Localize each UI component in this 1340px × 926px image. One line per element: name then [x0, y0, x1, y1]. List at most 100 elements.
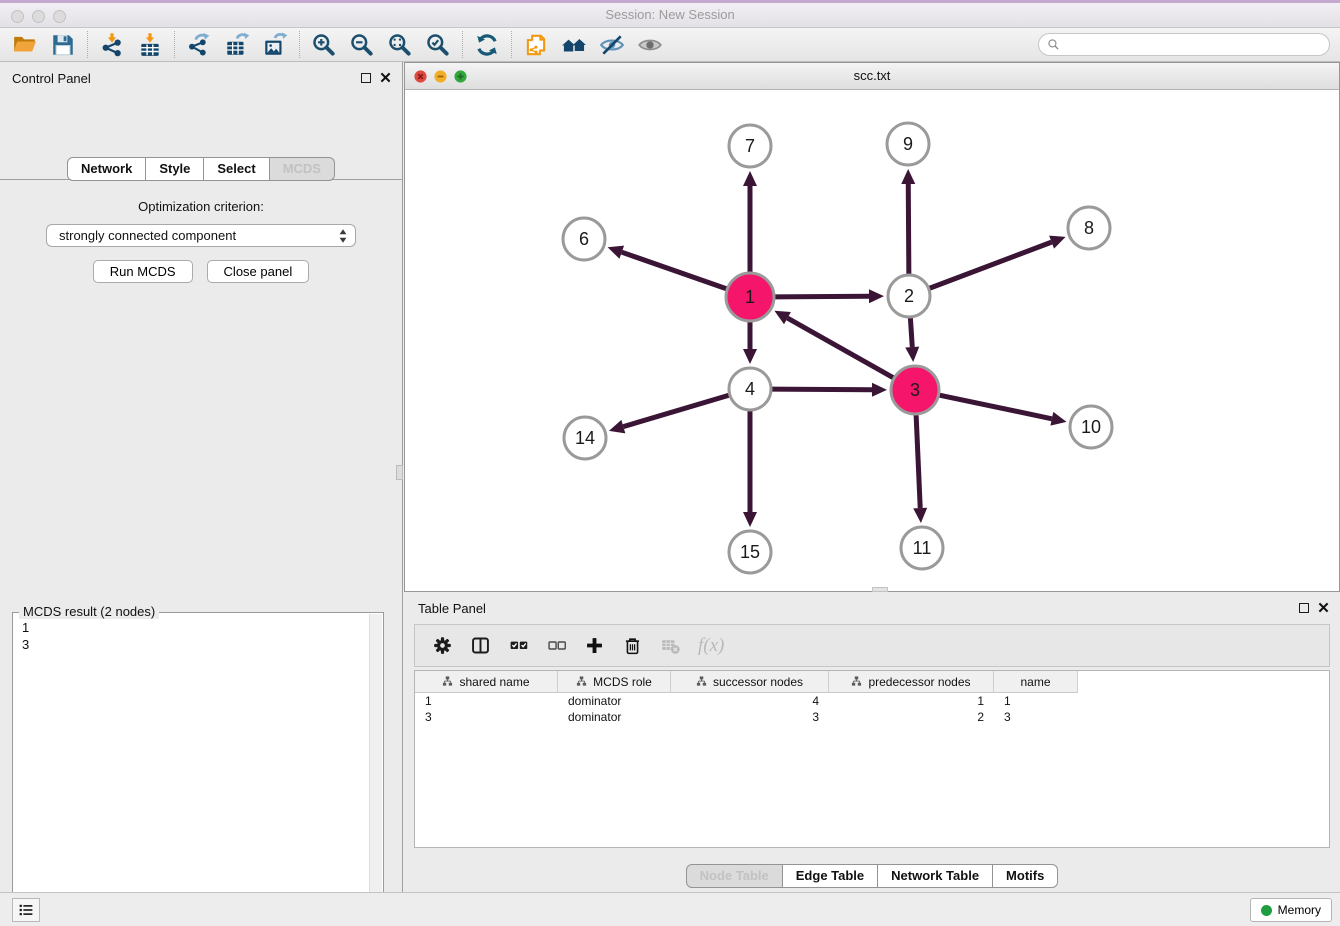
float-panel-icon[interactable] — [361, 73, 371, 83]
show-panels-button[interactable] — [631, 29, 669, 60]
task-history-button[interactable] — [12, 898, 40, 922]
close-icon — [1318, 602, 1329, 613]
checked-boxes-icon — [508, 635, 529, 656]
toolbar-separator — [87, 31, 88, 58]
graph-node-2[interactable]: 2 — [888, 275, 930, 317]
export-table-button[interactable] — [218, 29, 256, 60]
tab-select[interactable]: Select — [204, 157, 269, 181]
column-header-label: shared name — [459, 675, 529, 689]
zoom-window-button[interactable] — [53, 10, 66, 23]
tab-network[interactable]: Network — [67, 157, 146, 181]
zoom-selected-button[interactable] — [419, 29, 457, 60]
graph-node-9[interactable]: 9 — [887, 123, 929, 165]
table-tab-node-table[interactable]: Node Table — [686, 864, 783, 888]
select-all-columns-button[interactable] — [508, 635, 529, 656]
search-input[interactable] — [1065, 38, 1321, 52]
graph-edge-2-8[interactable] — [930, 242, 1052, 288]
save-session-button[interactable] — [44, 29, 82, 60]
table-body: 1dominator4113dominator323 — [415, 693, 1329, 725]
graph-node-7[interactable]: 7 — [729, 125, 771, 167]
show-columns-button[interactable] — [470, 635, 491, 656]
vertical-splitter-handle[interactable] — [396, 465, 403, 480]
mcds-result-list[interactable]: 13 — [13, 613, 383, 659]
minimize-window-button[interactable] — [32, 10, 45, 23]
gear-icon — [432, 635, 453, 656]
control-panel-title: Control Panel — [12, 71, 91, 86]
tab-style[interactable]: Style — [146, 157, 204, 181]
graph-edge-4-3[interactable] — [772, 389, 872, 390]
zoom-in-button[interactable] — [305, 29, 343, 60]
column-header-mcds-role[interactable]: MCDS role — [558, 671, 671, 693]
close-table-panel-icon[interactable] — [1318, 602, 1329, 613]
table-panel: Table Panel f(x) shared nameMCDS rolesuc… — [404, 592, 1340, 892]
table-tab-motifs[interactable]: Motifs — [993, 864, 1058, 888]
import-table-button[interactable] — [131, 29, 169, 60]
run-mcds-button[interactable]: Run MCDS — [93, 260, 193, 283]
export-image-icon — [262, 32, 288, 58]
graph-node-8[interactable]: 8 — [1068, 207, 1110, 249]
zoom-out-button[interactable] — [343, 29, 381, 60]
dropdown-arrows-icon — [338, 228, 348, 244]
criterion-dropdown[interactable]: strongly connected component — [46, 224, 356, 247]
zoom-fit-button[interactable] — [381, 29, 419, 60]
network-graph[interactable]: 7 9 6 8 1 2 4 3 14 10 15 11 — [405, 90, 1338, 591]
network-window-title: scc.txt — [405, 63, 1339, 89]
graph-node-6[interactable]: 6 — [563, 218, 605, 260]
result-scrollbar[interactable] — [369, 614, 382, 926]
close-panel-icon[interactable] — [380, 72, 391, 83]
open-session-button[interactable] — [6, 29, 44, 60]
mcds-panel: Optimization criterion: strongly connect… — [0, 179, 402, 892]
float-table-panel-icon[interactable] — [1299, 603, 1309, 613]
graph-node-10[interactable]: 10 — [1070, 406, 1112, 448]
column-header-name[interactable]: name — [994, 671, 1078, 693]
graph-edge-3-10[interactable] — [939, 395, 1051, 419]
table-header-row: shared name MCDS rolesuccessor nodesprede… — [415, 671, 1329, 693]
delete-column-button[interactable] — [622, 635, 643, 656]
export-image-button[interactable] — [256, 29, 294, 60]
graph-node-3[interactable]: 3 — [891, 366, 939, 414]
column-header-predecessor-nodes[interactable]: predecessor nodes — [829, 671, 994, 693]
network-close-button[interactable] — [414, 70, 427, 83]
graph-node-4[interactable]: 4 — [729, 368, 771, 410]
graph-edge-3-1[interactable] — [787, 318, 893, 378]
toolbar-separator — [174, 31, 175, 58]
table-row[interactable]: 1dominator411 — [415, 693, 1329, 709]
network-window-titlebar[interactable]: scc.txt — [405, 63, 1339, 90]
graph-edge-3-11[interactable] — [916, 415, 920, 508]
home-view-button[interactable] — [555, 29, 593, 60]
apply-style-refresh-button[interactable] — [468, 29, 506, 60]
hide-panels-button[interactable] — [593, 29, 631, 60]
graph-node-1[interactable]: 1 — [726, 273, 774, 321]
control-panel-tabs: NetworkStyleSelectMCDS — [0, 157, 402, 181]
table-cell-successor-nodes: 3 — [671, 709, 829, 725]
table-row[interactable]: 3dominator323 — [415, 709, 1329, 725]
network-maximize-button[interactable] — [454, 70, 467, 83]
deselect-all-columns-button[interactable] — [546, 635, 567, 656]
column-header-shared-name[interactable]: shared name — [415, 671, 558, 693]
table-settings-button[interactable] — [432, 635, 453, 656]
graph-node-11[interactable]: 11 — [901, 527, 943, 569]
network-minimize-button[interactable] — [434, 70, 447, 83]
create-column-button[interactable] — [584, 635, 605, 656]
tab-mcds[interactable]: MCDS — [270, 157, 335, 181]
network-canvas[interactable]: 7 9 6 8 1 2 4 3 14 10 15 11 — [405, 90, 1339, 591]
graph-node-15[interactable]: 15 — [729, 531, 771, 573]
search-field[interactable] — [1038, 33, 1330, 56]
graph-edge-1-6[interactable] — [622, 252, 727, 289]
table-tab-edge-table[interactable]: Edge Table — [783, 864, 878, 888]
memory-button[interactable]: Memory — [1250, 898, 1332, 922]
table-cell-predecessor-nodes: 2 — [829, 709, 994, 725]
graph-edge-4-14[interactable] — [623, 395, 729, 426]
column-header-successor-nodes[interactable]: successor nodes — [671, 671, 829, 693]
graph-edge-2-9[interactable] — [908, 184, 909, 274]
import-network-icon — [99, 32, 125, 58]
graph-edge-2-3[interactable] — [910, 318, 912, 347]
graph-node-14[interactable]: 14 — [564, 417, 606, 459]
close-window-button[interactable] — [11, 10, 24, 23]
table-tab-network-table[interactable]: Network Table — [878, 864, 993, 888]
clone-network-button[interactable] — [517, 29, 555, 60]
export-network-button[interactable] — [180, 29, 218, 60]
import-network-button[interactable] — [93, 29, 131, 60]
graph-edge-1-2[interactable] — [775, 296, 869, 297]
close-panel-button[interactable]: Close panel — [207, 260, 310, 283]
